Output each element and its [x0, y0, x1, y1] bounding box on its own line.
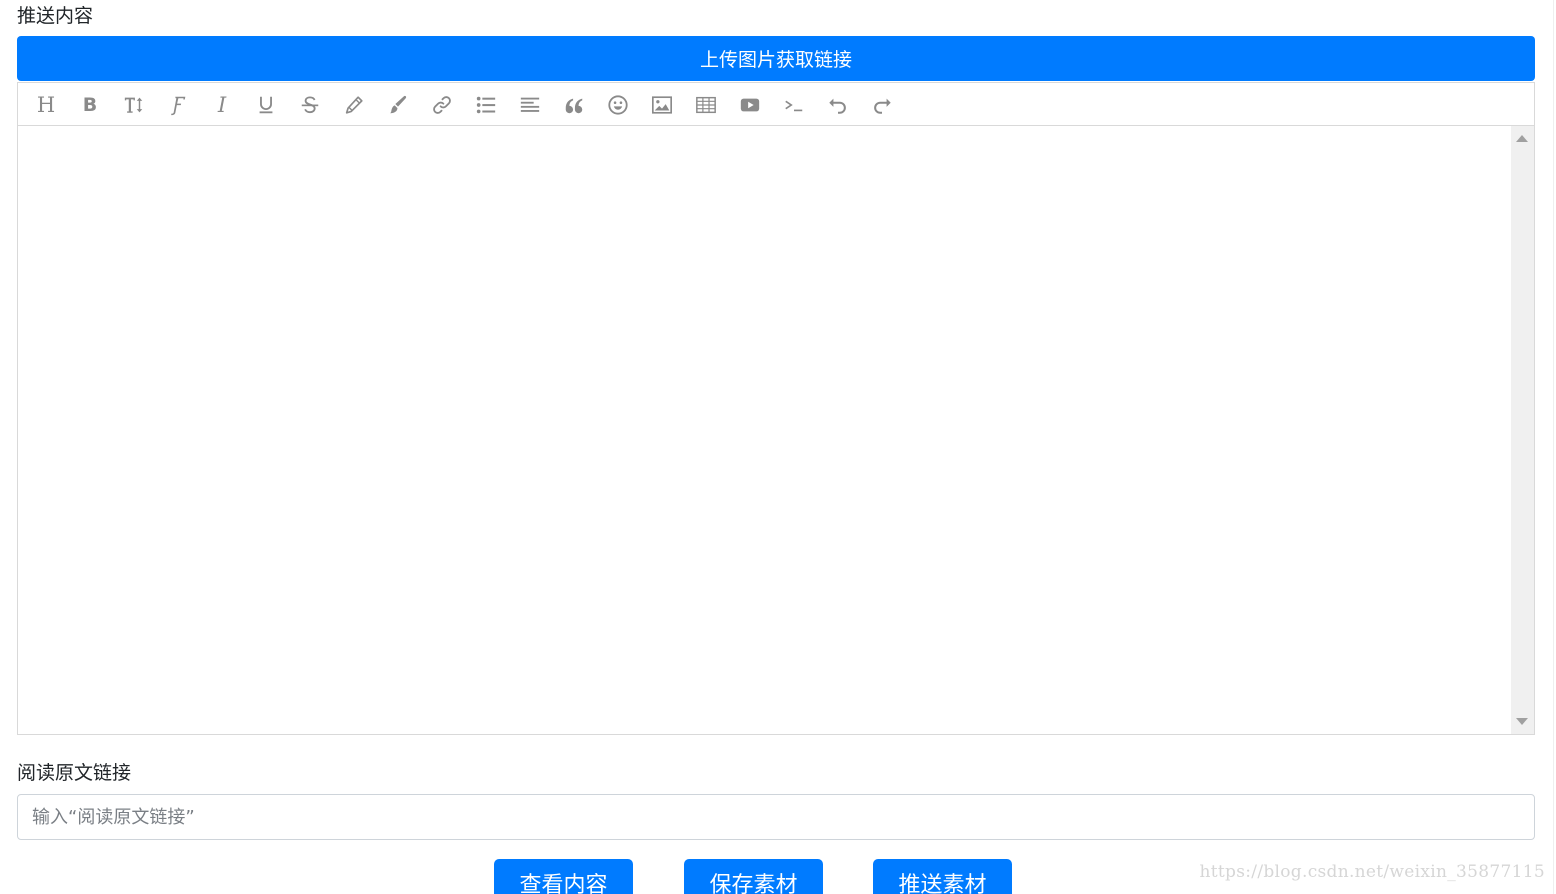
font-size-button[interactable] [122, 93, 146, 117]
editor-scrollbar[interactable] [1511, 126, 1534, 734]
watermark: https://blog.csdn.net/weixin_35877115 [1199, 862, 1545, 882]
background-color-button[interactable] [386, 93, 410, 117]
video-button[interactable] [738, 93, 762, 117]
quote-icon [565, 98, 583, 114]
underline-button[interactable] [254, 93, 278, 117]
view-content-button[interactable]: 查看内容 [494, 859, 633, 894]
editor-toolbar: H B I [17, 82, 1535, 126]
read-original-link-input[interactable] [17, 794, 1535, 840]
underline-icon [259, 96, 273, 114]
editor-content-area[interactable] [17, 126, 1535, 735]
link-button[interactable] [430, 93, 454, 117]
font-family-button[interactable] [166, 93, 190, 117]
paint-brush-icon [390, 95, 407, 114]
emoticon-button[interactable] [606, 93, 630, 117]
code-button[interactable] [782, 93, 806, 117]
bold-icon: B [82, 94, 98, 116]
list-button[interactable] [474, 93, 498, 117]
text-color-button[interactable] [342, 93, 366, 117]
push-material-button[interactable]: 推送素材 [873, 859, 1012, 894]
scroll-up-arrow-icon[interactable] [1516, 135, 1528, 142]
image-button[interactable] [650, 93, 674, 117]
code-icon [785, 100, 803, 112]
page-edge-divider [1553, 0, 1554, 894]
video-icon [740, 98, 760, 112]
pencil-icon [345, 96, 363, 114]
font-family-icon [171, 96, 186, 116]
font-size-icon [124, 97, 143, 113]
undo-button[interactable] [826, 93, 850, 117]
smiley-icon [608, 95, 628, 115]
upload-image-button[interactable]: 上传图片获取链接 [17, 36, 1535, 81]
quote-button[interactable] [562, 93, 586, 117]
justify-button[interactable] [518, 93, 542, 117]
image-icon [652, 96, 672, 114]
align-icon [520, 97, 540, 112]
content-label: 推送内容 [17, 5, 94, 27]
italic-icon: I [217, 93, 227, 117]
link-icon [433, 96, 451, 114]
table-button[interactable] [694, 93, 718, 117]
heading-button[interactable]: H [34, 93, 58, 117]
heading-icon: H [36, 93, 56, 117]
strikethrough-icon [301, 96, 319, 114]
list-icon [476, 96, 496, 114]
table-icon [696, 96, 716, 114]
bold-button[interactable]: B [78, 93, 102, 117]
strikethrough-button[interactable] [298, 93, 322, 117]
undo-icon [829, 98, 846, 114]
redo-button[interactable] [870, 93, 894, 117]
scroll-down-arrow-icon[interactable] [1516, 718, 1528, 725]
save-material-button[interactable]: 保存素材 [684, 859, 823, 894]
redo-icon [874, 98, 891, 114]
read-original-link-label: 阅读原文链接 [17, 762, 132, 784]
italic-button[interactable]: I [210, 93, 234, 117]
page: 推送内容 上传图片获取链接 H B I 阅读原文链接 输入“阅读原文链接” 查看… [0, 0, 1556, 894]
